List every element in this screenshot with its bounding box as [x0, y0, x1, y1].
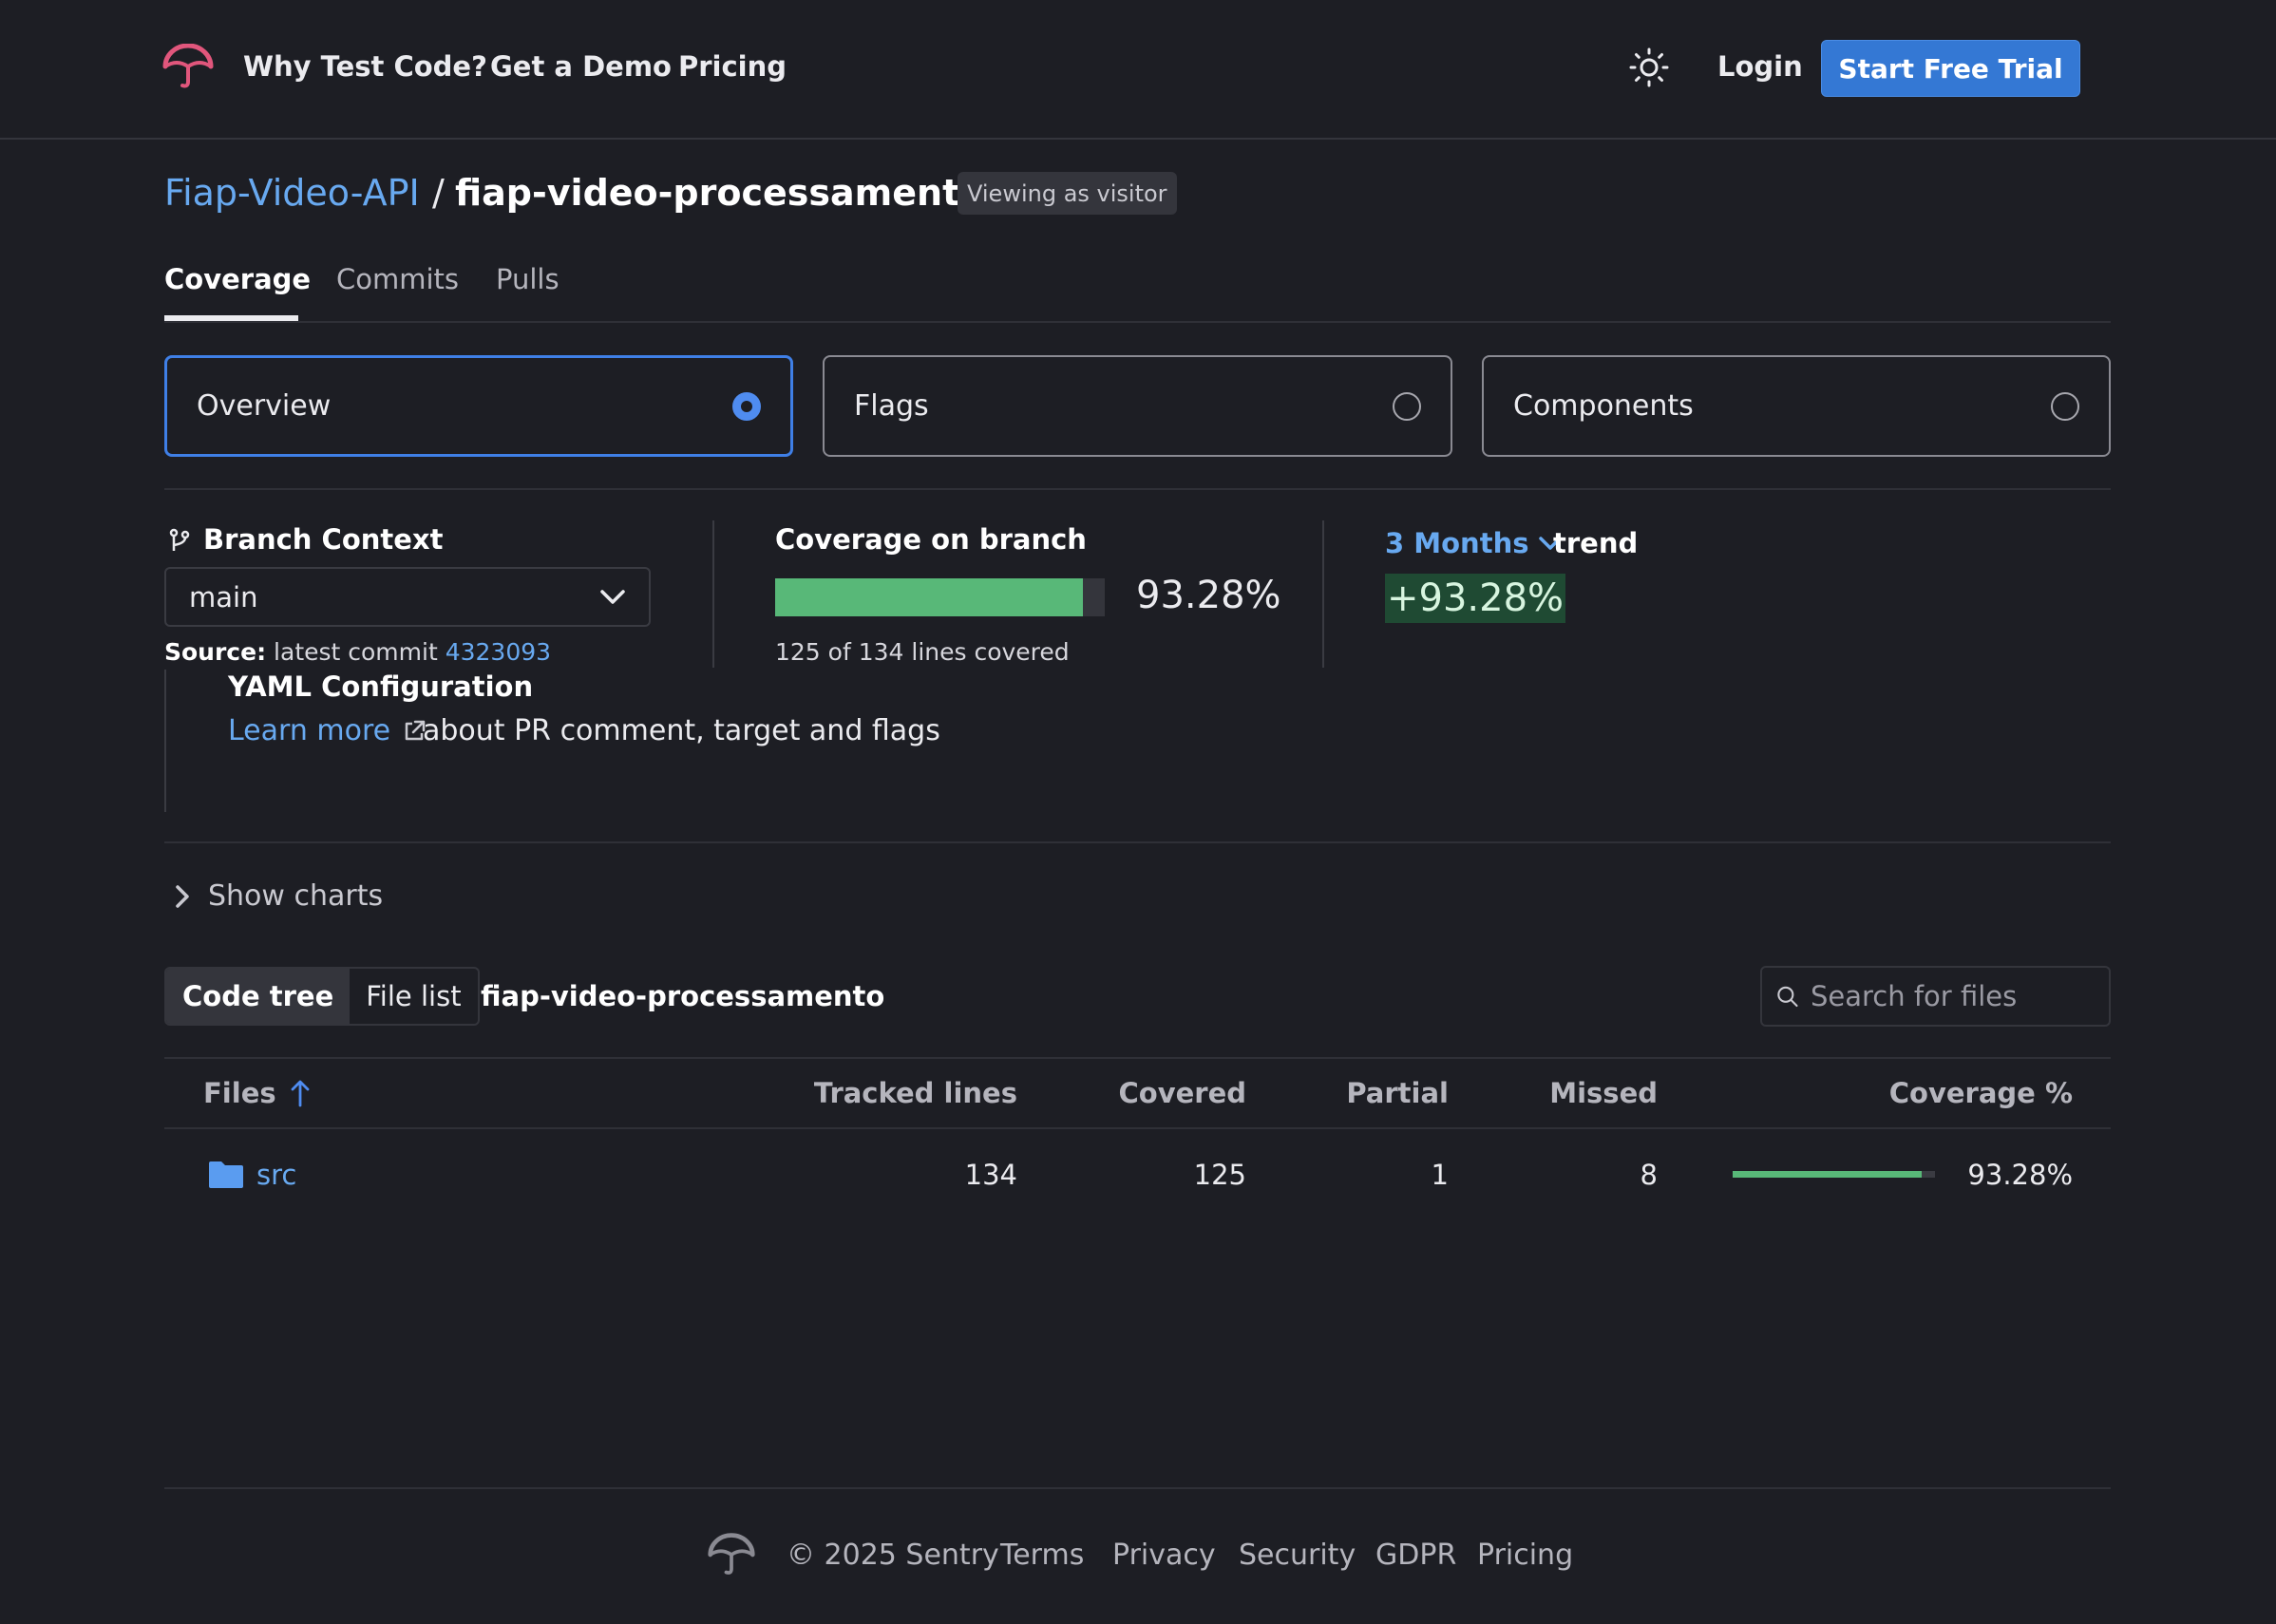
footer-security-link[interactable]: Security — [1239, 1539, 1356, 1572]
show-charts-toggle[interactable]: Show charts — [174, 879, 383, 913]
branch-select-value: main — [189, 580, 258, 614]
row-coverage-bar — [1733, 1171, 1935, 1178]
yaml-title: YAML Configuration — [228, 670, 534, 703]
tab-coverage[interactable]: Coverage — [164, 263, 311, 295]
column-tracked-lines[interactable]: Tracked lines — [814, 1077, 1017, 1109]
source-label: Source: — [164, 638, 267, 666]
view-mode-toggle: Code tree File list — [164, 967, 480, 1026]
radio-selected-icon[interactable] — [732, 391, 761, 421]
show-charts-label: Show charts — [208, 879, 384, 913]
branch-context-label: Branch Context — [203, 523, 444, 556]
yaml-description: about PR comment, target and flags — [423, 714, 940, 747]
trend-value: +93.28% — [1385, 574, 1566, 623]
coverage-progress-bar — [775, 578, 1105, 616]
sun-icon[interactable] — [1629, 47, 1669, 87]
git-branch-icon — [169, 528, 190, 551]
option-components[interactable]: Components — [1482, 355, 2111, 457]
code-tree-button[interactable]: Code tree — [166, 969, 351, 1024]
trend-range-label: 3 Months — [1385, 527, 1529, 559]
column-files[interactable]: Files — [203, 1077, 311, 1109]
search-icon — [1777, 986, 1798, 1008]
search-files-input[interactable] — [1811, 980, 2096, 1012]
arrow-up-icon — [291, 1080, 310, 1107]
nav-why-test-code[interactable]: Why Test Code? — [243, 50, 487, 83]
tab-pulls[interactable]: Pulls — [496, 263, 560, 295]
commit-link[interactable]: 4323093 — [446, 638, 551, 666]
cell-partial: 1 — [1431, 1159, 1449, 1191]
folder-icon — [209, 1161, 243, 1188]
footer-pricing-link[interactable]: Pricing — [1477, 1539, 1573, 1572]
cell-tracked-lines: 134 — [964, 1159, 1017, 1191]
learn-more-label: Learn more — [228, 714, 391, 747]
cell-covered: 125 — [1193, 1159, 1246, 1191]
column-coverage-percent[interactable]: Coverage % — [1889, 1077, 2073, 1109]
table-top-border — [164, 1057, 2111, 1059]
option-components-label: Components — [1513, 389, 1694, 423]
file-list-button[interactable]: File list — [350, 969, 477, 1024]
option-overview-label: Overview — [197, 389, 332, 423]
login-link[interactable]: Login — [1717, 50, 1803, 83]
footer-privacy-link[interactable]: Privacy — [1112, 1539, 1216, 1572]
footer-terms-link[interactable]: Terms — [1000, 1539, 1084, 1572]
tab-commits[interactable]: Commits — [336, 263, 459, 295]
breadcrumb-owner[interactable]: Fiap-Video-API — [164, 172, 420, 214]
folder-link-src[interactable]: src — [256, 1159, 296, 1191]
branch-select[interactable]: main — [164, 567, 651, 627]
column-missed[interactable]: Missed — [1549, 1077, 1658, 1109]
radio-icon[interactable] — [1393, 391, 1421, 421]
option-flags[interactable]: Flags — [823, 355, 1452, 457]
nav-pricing[interactable]: Pricing — [678, 50, 787, 83]
breadcrumb-separator: / — [432, 172, 445, 214]
column-divider — [712, 520, 714, 668]
coverage-percent: 93.28% — [1136, 574, 1281, 617]
column-covered[interactable]: Covered — [1118, 1077, 1246, 1109]
branch-source: Source: latest commit 4323093 — [164, 638, 551, 666]
learn-more-link[interactable]: Learn more — [228, 714, 427, 747]
option-overview[interactable]: Overview — [164, 355, 793, 457]
codecov-footer-logo-icon — [708, 1533, 755, 1575]
cell-coverage-percent: 93.28% — [1967, 1159, 2073, 1191]
visitor-badge: Viewing as visitor — [958, 172, 1177, 215]
radio-icon[interactable] — [2051, 391, 2079, 421]
source-text: latest commit — [274, 638, 438, 666]
column-partial[interactable]: Partial — [1346, 1077, 1449, 1109]
option-flags-label: Flags — [854, 389, 929, 423]
yaml-border — [164, 670, 166, 812]
search-files-box — [1760, 966, 2111, 1027]
footer-copyright: © 2025 Sentry — [787, 1539, 999, 1572]
start-free-trial-button[interactable]: Start Free Trial — [1821, 40, 2080, 97]
section-divider — [164, 841, 2111, 843]
current-path: fiap-video-processamento — [481, 980, 885, 1012]
footer-gdpr-link[interactable]: GDPR — [1375, 1539, 1456, 1572]
cell-missed: 8 — [1640, 1159, 1658, 1191]
codecov-logo-icon[interactable] — [161, 44, 215, 89]
chevron-down-icon — [600, 589, 625, 604]
column-files-label: Files — [203, 1077, 276, 1109]
coverage-progress-fill — [775, 578, 1083, 616]
trend-label: trend — [1553, 527, 1639, 559]
nav-get-a-demo[interactable]: Get a Demo — [490, 50, 672, 83]
tabs-divider — [164, 321, 2111, 323]
section-divider — [164, 488, 2111, 490]
row-coverage-fill — [1733, 1171, 1922, 1178]
column-divider — [1322, 520, 1324, 668]
breadcrumb-repo: fiap-video-processamento — [455, 172, 985, 214]
chevron-right-icon — [176, 884, 189, 908]
footer-divider — [164, 1487, 2111, 1489]
active-tab-indicator — [164, 315, 298, 321]
lines-covered-text: 125 of 134 lines covered — [775, 638, 1070, 666]
coverage-on-branch-label: Coverage on branch — [775, 523, 1087, 556]
trend-range-dropdown[interactable]: 3 Months — [1385, 527, 1563, 559]
